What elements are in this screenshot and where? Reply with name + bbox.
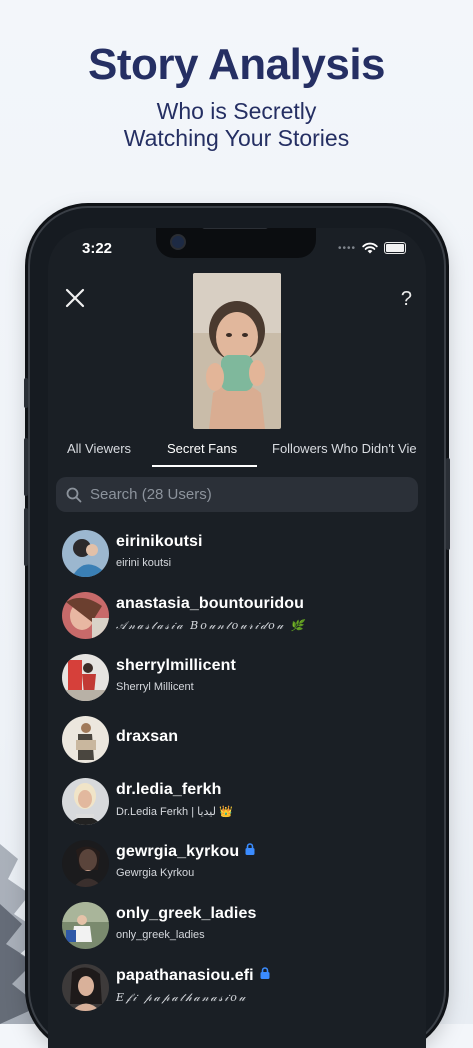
notch (156, 228, 316, 258)
list-item[interactable]: anastasia_bountouridou 𝒜𝓃𝒶𝓈𝓉𝒶𝓈𝒾𝒶 𝐵𝑜𝓊𝓃𝓉𝑜𝓊… (48, 588, 426, 650)
list-item[interactable]: sherrylmillicent Sherryl Millicent (48, 650, 426, 712)
avatar (62, 654, 109, 701)
username: gewrgia_kyrkou (116, 843, 255, 861)
status-time: 3:22 (82, 240, 113, 257)
list-item[interactable]: gewrgia_kyrkou Gewrgia Kyrkou (48, 836, 426, 898)
battery-icon (384, 242, 406, 254)
story-thumbnail[interactable] (193, 273, 281, 429)
viewer-tabs: All Viewers Secret Fans Followers Who Di… (48, 441, 426, 473)
power-button (446, 458, 450, 550)
tab-all-viewers[interactable]: All Viewers (67, 441, 131, 456)
phone-frame: 3:22 •••• ? All Viewers Secret Fans Foll… (24, 208, 450, 1048)
wifi-icon (362, 242, 378, 254)
username: sherrylmillicent (116, 657, 236, 674)
avatar (62, 778, 109, 825)
status-icons: •••• (338, 242, 406, 254)
tab-followers-who-didnt-view[interactable]: Followers Who Didn't Vie (272, 441, 417, 456)
avatar (62, 592, 109, 639)
list-item[interactable]: only_greek_ladies only_greek_ladies (48, 898, 426, 960)
username: dr.ledia_ferkh (116, 781, 222, 798)
user-list: eirinikoutsi eirini koutsi anastasia_bou… (48, 526, 426, 1022)
promo-header: Story Analysis Who is Secretly Watching … (0, 40, 473, 152)
search-input[interactable]: Search (28 Users) (56, 477, 418, 512)
mute-switch (24, 378, 28, 408)
avatar (62, 716, 109, 763)
lock-icon (260, 967, 270, 979)
volume-up-button (24, 438, 28, 496)
active-tab-indicator (152, 465, 257, 467)
promo-title: Story Analysis (87, 40, 386, 89)
avatar (62, 964, 109, 1011)
app-screen: 3:22 •••• ? All Viewers Secret Fans Foll… (48, 228, 426, 1048)
full-name: eirini koutsi (116, 557, 172, 569)
username: eirinikoutsi (116, 533, 203, 550)
promo-subtitle-line2: Watching Your Stories (123, 125, 350, 151)
list-item[interactable]: eirinikoutsi eirini koutsi (48, 526, 426, 588)
avatar (62, 530, 109, 577)
username: draxsan (116, 728, 179, 745)
username: only_greek_ladies (116, 905, 257, 922)
avatar (62, 902, 109, 949)
close-icon[interactable] (64, 287, 86, 309)
camera-icon (170, 234, 186, 250)
speaker (202, 228, 268, 229)
lock-icon (245, 843, 255, 855)
full-name: Gewrgia Kyrkou (116, 867, 195, 879)
full-name: 𝒜𝓃𝒶𝓈𝓉𝒶𝓈𝒾𝒶 𝐵𝑜𝓊𝓃𝓉𝑜𝓊𝓇𝒾𝒹𝑜𝓊 🌿 (116, 619, 307, 632)
list-item[interactable]: papathanasiou.efi 𝐸𝒻𝒾 𝓅𝒶𝓅𝒶𝓉𝒽𝒶𝓃𝒶𝓈𝒾𝑜𝓊 (48, 960, 426, 1022)
username: anastasia_bountouridou (116, 595, 304, 612)
volume-down-button (24, 508, 28, 566)
help-button[interactable]: ? (401, 288, 412, 311)
search-icon (66, 487, 82, 502)
list-item[interactable]: dr.ledia_ferkh Dr.Ledia Ferkh | ليديا 👑 (48, 774, 426, 836)
username-text: gewrgia_kyrkou (116, 843, 240, 860)
full-name: 𝐸𝒻𝒾 𝓅𝒶𝓅𝒶𝓉𝒽𝒶𝓃𝒶𝓈𝒾𝑜𝓊 (116, 991, 248, 1004)
list-item[interactable]: draxsan (48, 712, 426, 774)
promo-subtitle-line1: Who is Secretly (156, 98, 317, 124)
full-name: Sherryl Millicent (116, 681, 194, 693)
avatar (62, 840, 109, 887)
full-name: only_greek_ladies (116, 929, 205, 941)
cellular-dots-icon: •••• (337, 242, 356, 254)
username: papathanasiou.efi (116, 967, 270, 985)
search-placeholder: Search (28 Users) (90, 486, 212, 503)
username-text: papathanasiou.efi (116, 967, 254, 984)
promo-subtitle: Who is Secretly Watching Your Stories (0, 98, 473, 152)
full-name: Dr.Ledia Ferkh | ليديا 👑 (116, 806, 233, 818)
tab-secret-fans[interactable]: Secret Fans (167, 441, 237, 456)
